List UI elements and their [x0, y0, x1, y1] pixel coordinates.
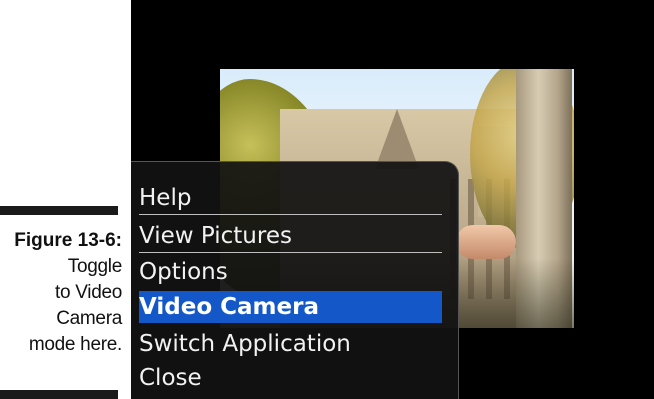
- caption-bottom-rule: [0, 390, 118, 399]
- figure-caption: Figure 13-6: Toggle to Video Camera mode…: [0, 228, 122, 358]
- menu-item-help[interactable]: Help: [139, 182, 442, 215]
- caption-top-rule: [0, 206, 118, 215]
- photo-arm: [456, 225, 516, 259]
- menu-item-video-camera[interactable]: Video Camera: [139, 291, 442, 323]
- menu-item-close[interactable]: Close: [139, 362, 442, 394]
- menu-item-switch-application[interactable]: Switch Application: [139, 328, 442, 360]
- menu-item-options[interactable]: Options: [139, 256, 442, 288]
- caption-line: Toggle: [67, 256, 123, 277]
- figure-number: Figure 13-6:: [14, 230, 122, 251]
- menu-item-view-pictures[interactable]: View Pictures: [139, 220, 442, 253]
- caption-line: to Video: [55, 282, 122, 303]
- caption-line: Camera: [56, 308, 122, 329]
- device-screen: Help View Pictures Options Video Camera …: [131, 0, 654, 399]
- photo-spire: [375, 109, 419, 169]
- caption-line: mode here.: [28, 334, 122, 355]
- camera-context-menu: Help View Pictures Options Video Camera …: [131, 161, 459, 399]
